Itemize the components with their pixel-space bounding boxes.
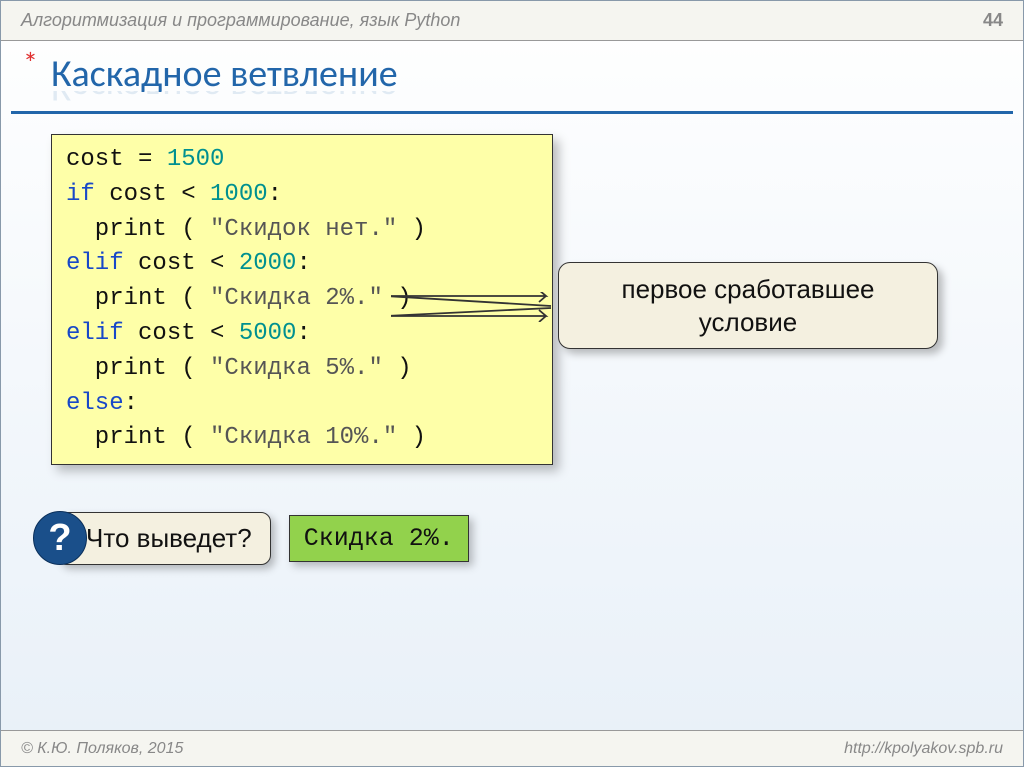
code-text: :: [296, 250, 310, 277]
code-text: ): [397, 424, 426, 451]
copyright-text: © К.Ю. Поляков, 2015: [21, 740, 183, 758]
code-keyword: elif: [66, 250, 124, 277]
code-text: cost <: [124, 250, 239, 277]
question-row: ? Что выведет? Скидка 2%.: [51, 511, 973, 565]
code-text: ): [383, 285, 412, 312]
code-text: ): [383, 355, 412, 382]
code-keyword: elif: [66, 320, 124, 347]
code-number: 1500: [167, 146, 225, 173]
answer-box: Скидка 2%.: [289, 515, 469, 562]
title-section: * Каскадное ветвление Каскадное ветвлени…: [11, 41, 1013, 114]
star-icon: *: [23, 45, 38, 82]
code-text: :: [296, 320, 310, 347]
code-block: cost = 1500 if cost < 1000: print ( "Ски…: [51, 134, 553, 465]
code-text: print (: [66, 285, 210, 312]
code-number: 1000: [210, 181, 268, 208]
page-number: 44: [983, 10, 1003, 31]
callout-line2: условие: [573, 306, 923, 339]
code-text: cost <: [95, 181, 210, 208]
code-text: :: [124, 390, 138, 417]
question-box: Что выведет?: [57, 512, 271, 565]
question-text: Что выведет?: [86, 523, 252, 553]
footer-bar: © К.Ю. Поляков, 2015 http://kpolyakov.sp…: [1, 730, 1023, 766]
footer-url: http://kpolyakov.spb.ru: [844, 740, 1003, 758]
code-number: 2000: [239, 250, 297, 277]
code-keyword: else: [66, 390, 124, 417]
callout-box: первое сработавшее условие: [558, 262, 938, 349]
code-text: print (: [66, 216, 210, 243]
callout-line1: первое сработавшее: [573, 273, 923, 306]
subject-title: Алгоритмизация и программирование, язык …: [21, 10, 983, 31]
code-string: "Скидка 5%.": [210, 355, 383, 382]
code-text: print (: [66, 424, 210, 451]
code-text: cost =: [66, 146, 167, 173]
code-text: ): [397, 216, 426, 243]
question-badge-icon: ?: [33, 511, 87, 565]
title-reflection: Каскадное ветвление: [51, 91, 973, 111]
question-group: ? Что выведет?: [51, 511, 271, 565]
header-bar: Алгоритмизация и программирование, язык …: [1, 1, 1023, 41]
code-keyword: if: [66, 181, 95, 208]
code-string: "Скидок нет.": [210, 216, 397, 243]
code-string: "Скидка 10%.": [210, 424, 397, 451]
content-area: cost = 1500 if cost < 1000: print ( "Ски…: [1, 134, 1023, 565]
code-text: :: [268, 181, 282, 208]
code-string: "Скидка 2%.": [210, 285, 383, 312]
code-text: cost <: [124, 320, 239, 347]
code-number: 5000: [239, 320, 297, 347]
code-text: print (: [66, 355, 210, 382]
